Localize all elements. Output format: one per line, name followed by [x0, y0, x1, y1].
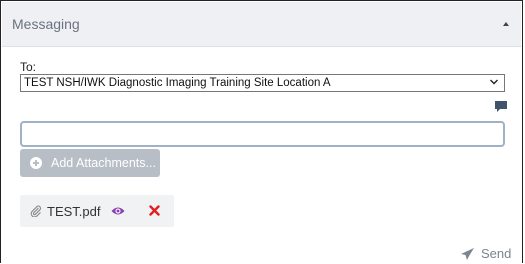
panel-title: Messaging — [12, 16, 80, 32]
to-label: To: — [20, 60, 37, 74]
collapse-caret-icon[interactable] — [503, 22, 509, 26]
send-label: Send — [481, 246, 512, 261]
chevron-down-icon — [490, 79, 498, 85]
message-input[interactable] — [20, 121, 505, 147]
panel-header[interactable]: Messaging — [2, 2, 521, 47]
send-icon — [461, 248, 474, 260]
plus-circle-icon — [30, 157, 42, 169]
recipient-select-value: TEST NSH/IWK Diagnostic Imaging Training… — [24, 77, 331, 89]
add-attachments-button[interactable]: Add Attachments... — [20, 149, 160, 177]
attachment-item: TEST.pdf — [20, 195, 174, 227]
comment-icon[interactable] — [495, 101, 507, 112]
messaging-panel: Messaging To: TEST NSH/IWK Diagnostic Im… — [0, 0, 523, 263]
eye-icon[interactable] — [111, 205, 125, 217]
attachment-file-name: TEST.pdf — [47, 204, 101, 219]
recipient-select[interactable]: TEST NSH/IWK Diagnostic Imaging Training… — [20, 74, 505, 92]
close-icon[interactable] — [149, 205, 160, 216]
paperclip-icon — [30, 205, 42, 217]
send-button[interactable]: Send — [461, 246, 513, 264]
add-attachments-label: Add Attachments... — [51, 156, 156, 170]
